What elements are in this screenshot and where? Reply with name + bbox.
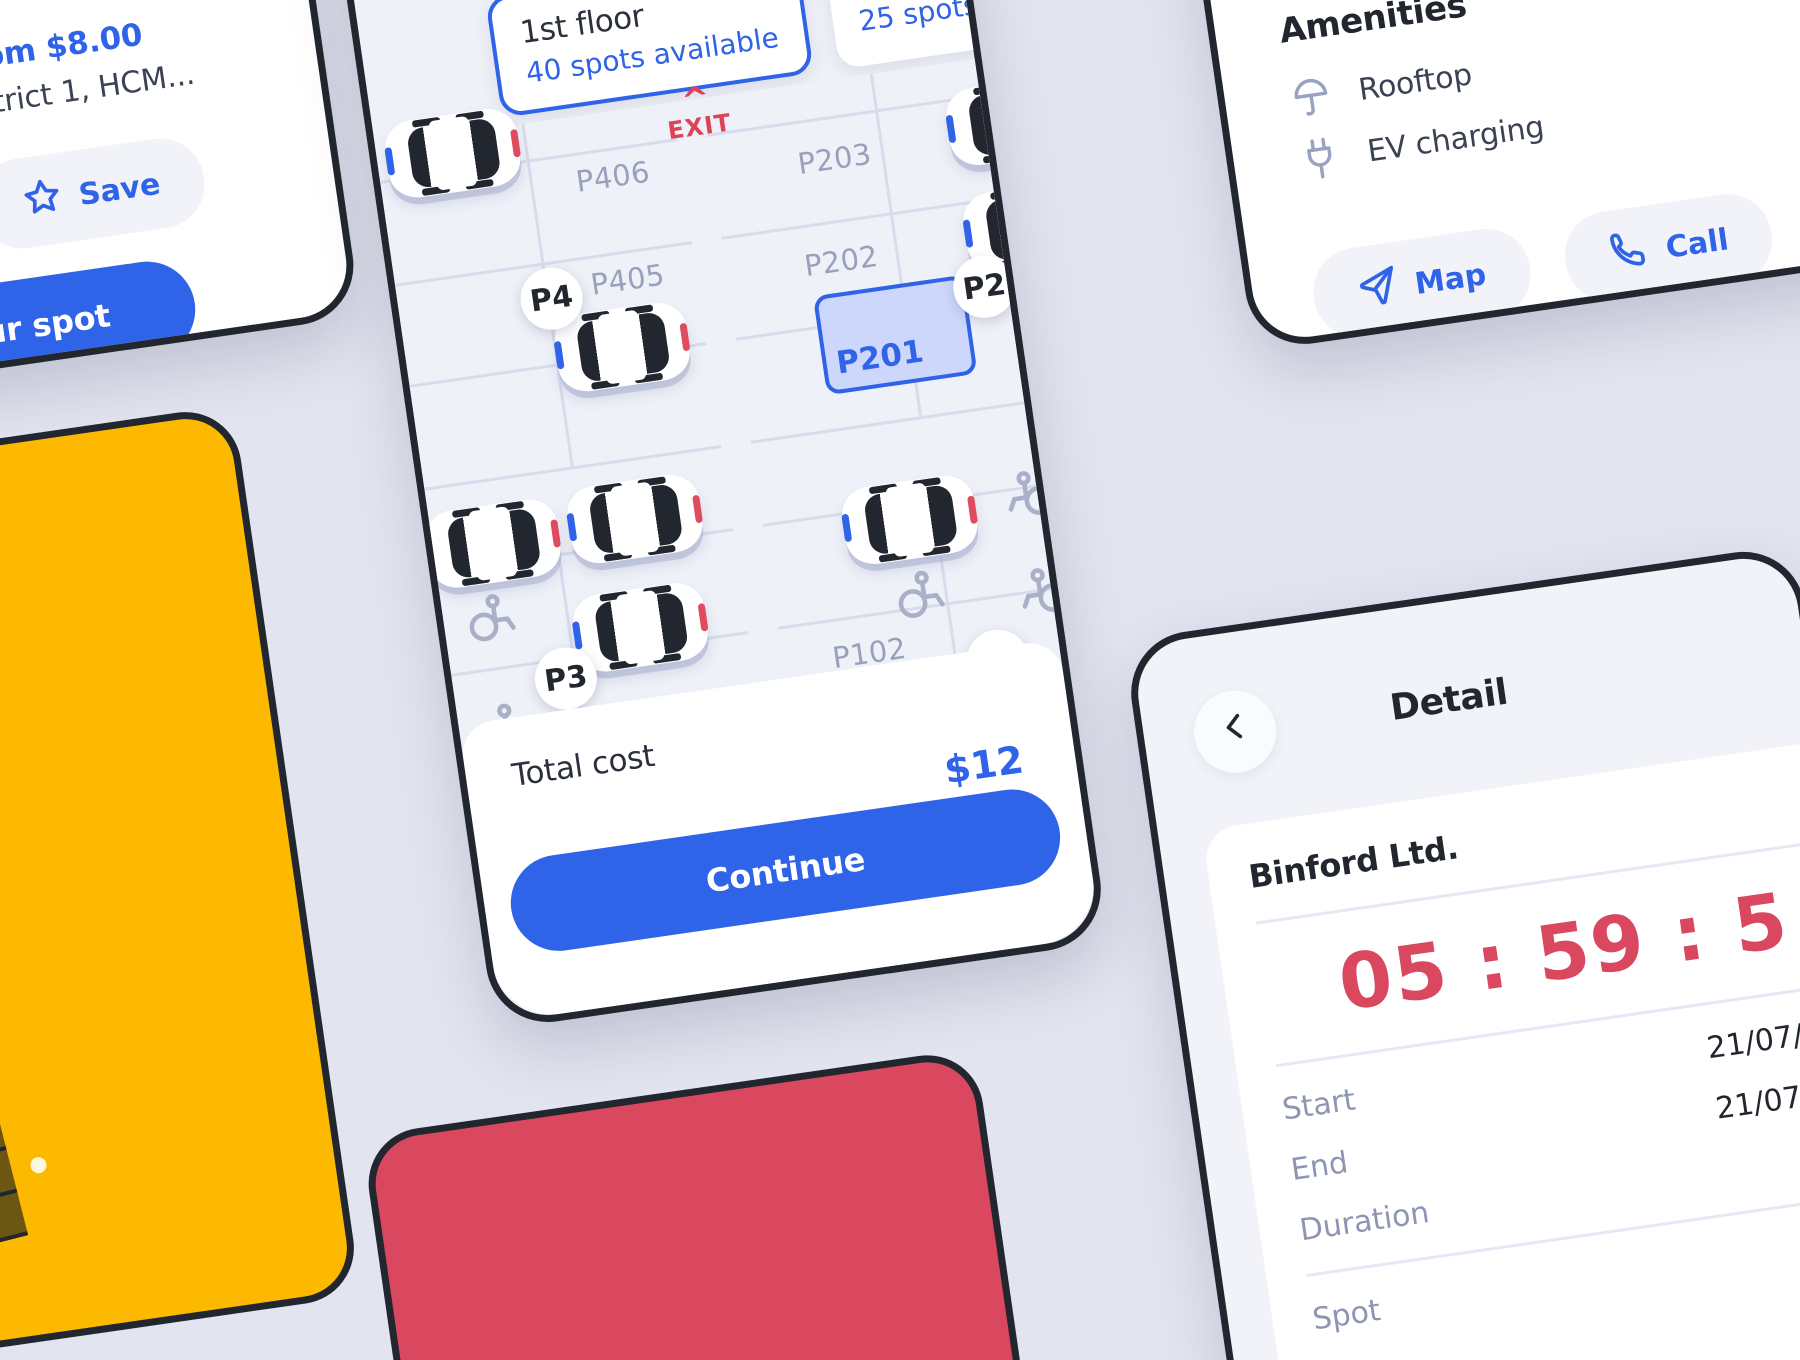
amenities-list: Rooftop EV charging [1285, 34, 1548, 192]
amenities-action-row: Map Call [1307, 188, 1779, 344]
tab-floor-2[interactable]: 2nd floor 25 spots available [822, 0, 1109, 70]
total-cost-value: $12 [941, 737, 1027, 793]
back-button[interactable] [1188, 685, 1282, 779]
continue-button[interactable]: Continue [504, 783, 1067, 958]
call-button[interactable]: Call [1558, 188, 1779, 308]
slot-label-p203[interactable]: P203 [795, 137, 873, 181]
red-accent-card [361, 1047, 1035, 1360]
reserve-spot-button[interactable]: rve your spot [0, 255, 202, 397]
star-icon [18, 173, 67, 228]
screenshot-stage: aval. from $8.00 , Bến Nghé, District 1,… [0, 0, 1800, 1360]
wheelchair-icon [996, 462, 1062, 532]
exit-marker: ^ EXIT [662, 78, 734, 145]
amenities-title: Amenities [1276, 0, 1469, 52]
detail-row-key: Spot [1310, 1293, 1383, 1338]
listing-detail-phone: aval. from $8.00 , Bến Nghé, District 1,… [0, 0, 362, 397]
phone-icon [1605, 226, 1654, 281]
wheelchair-icon [889, 562, 955, 632]
slot-label-p202[interactable]: P202 [802, 239, 880, 283]
booking-detail-phone: Detail Binford Ltd. V 05 : 59 : 5 Start … [1122, 543, 1800, 1360]
listing-detail-content: aval. from $8.00 , Bến Nghé, District 1,… [0, 0, 353, 397]
map-button-label: Map [1412, 256, 1489, 302]
car-top-view-icon [563, 471, 706, 568]
slot-label-p405[interactable]: P405 [589, 258, 667, 302]
chevron-left-icon [1214, 706, 1256, 757]
map-button[interactable]: Map [1307, 223, 1536, 344]
car-top-view-icon [422, 495, 564, 592]
call-button-label: Call [1663, 221, 1731, 266]
wheelchair-icon [1010, 559, 1076, 629]
page-title: Detail [1387, 671, 1511, 730]
parking-map-canvas[interactable]: ^ EXIT ^ ENTRY P406 P405 P203 P202 P102 … [374, 58, 1105, 883]
navigation-arrow-icon [1354, 262, 1403, 317]
detail-row-key: End [1288, 1145, 1351, 1188]
power-plug-icon [1295, 134, 1345, 184]
save-button-label: Save [76, 166, 163, 213]
countdown-timer: 05 : 59 : 5 [1333, 875, 1795, 1028]
wheelchair-icon [460, 586, 526, 656]
decorative-dot [29, 1156, 48, 1175]
detail-row-key: Duration [1297, 1195, 1432, 1249]
floor-2-spots: 25 spots available [856, 0, 1109, 38]
car-top-view-icon [943, 72, 1085, 169]
company-name: Binford Ltd. [1246, 828, 1461, 896]
umbrella-icon [1286, 72, 1336, 122]
grid-pattern-decoration [0, 1002, 29, 1299]
map-gridline [750, 397, 1049, 444]
save-button[interactable]: Save [0, 132, 210, 255]
amenity-rooftop-label: Rooftop [1356, 56, 1475, 108]
parking-map-phone: 1st floor 40 spots available 2nd floor 2… [327, 0, 1109, 1031]
car-top-view-icon [381, 105, 524, 202]
detail-row-value: 21/07/2021 [1713, 1067, 1800, 1127]
detail-row-key: Start [1280, 1082, 1358, 1128]
slot-label-p406[interactable]: P406 [574, 155, 652, 199]
yellow-illustration-card: P [0, 404, 362, 1360]
amenity-ev-charging-label: EV charging [1365, 108, 1547, 169]
amenities-phone: Amenities Rooftop EV charging Map Call [1148, 0, 1800, 352]
booking-summary-card: Binford Ltd. V 05 : 59 : 5 Start 21/07/2… [1201, 733, 1800, 1360]
car-top-view-icon [838, 471, 981, 568]
detail-row-value: 21/07/2021 [1704, 1007, 1800, 1067]
